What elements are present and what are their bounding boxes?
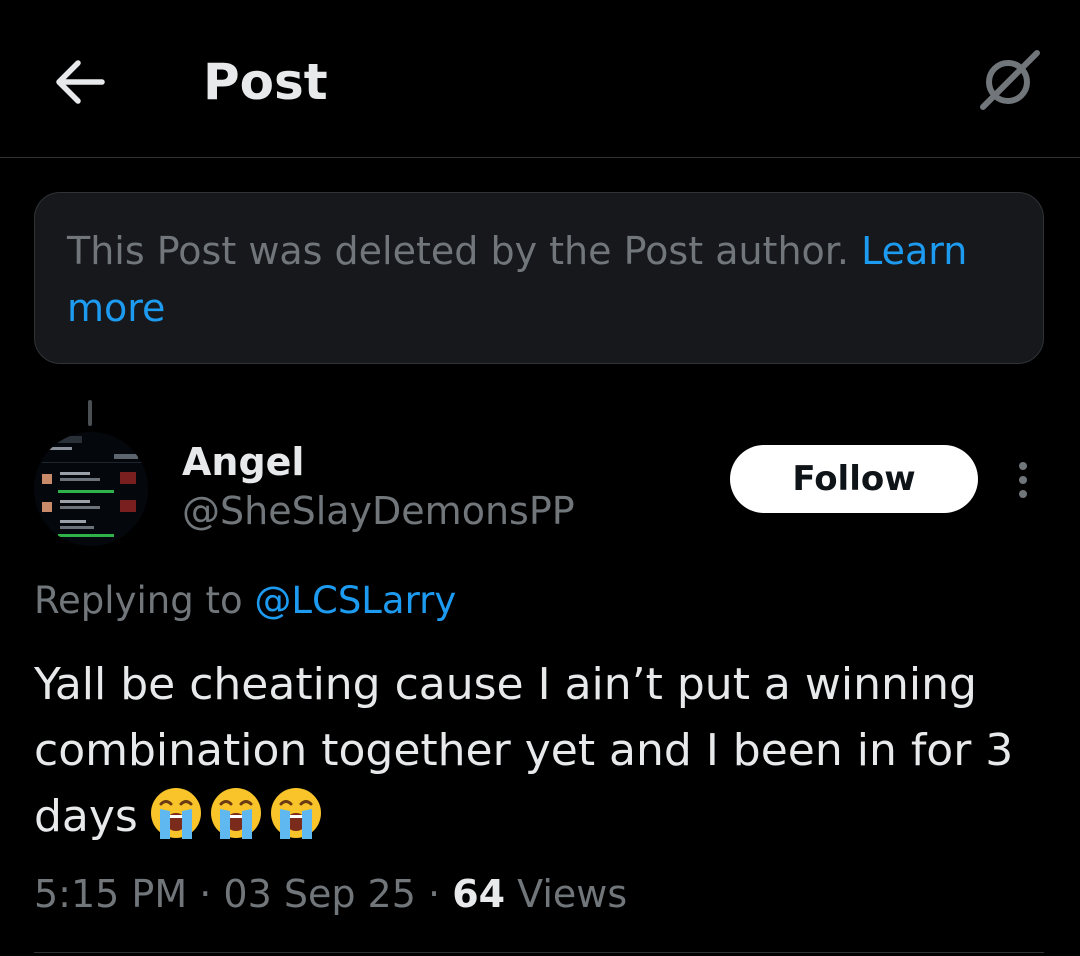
separator-dot: · — [428, 872, 441, 916]
top-app-bar: Post — [0, 0, 1080, 158]
grok-icon — [980, 50, 1040, 110]
loudly-crying-face-icon — [150, 788, 201, 839]
replying-to-link[interactable]: @LCSLarry — [254, 579, 456, 622]
display-name[interactable]: Angel — [182, 438, 304, 486]
more-dot-icon — [1019, 462, 1027, 470]
back-button[interactable] — [44, 46, 116, 118]
page-title: Post — [203, 53, 328, 111]
more-dot-icon — [1019, 490, 1027, 498]
separator-dot: · — [199, 872, 212, 916]
deleted-notice-text: This Post was deleted by the Post author… — [67, 229, 850, 273]
thread-connector — [88, 400, 92, 426]
views-label[interactable]: Views — [517, 872, 627, 916]
post-body: Yall be cheating cause I ain’t put a win… — [34, 652, 1044, 850]
replying-prefix: Replying to — [34, 579, 243, 622]
arrow-left-icon — [56, 60, 105, 104]
divider — [34, 952, 1044, 953]
more-options-button[interactable] — [1000, 455, 1046, 505]
emoji-group — [148, 785, 328, 841]
views-count[interactable]: 64 — [452, 872, 505, 916]
avatar[interactable] — [34, 432, 148, 546]
user-handle[interactable]: @SheSlayDemonsPP — [182, 486, 575, 536]
post-time: 5:15 PM — [34, 872, 188, 916]
deleted-post-notice: This Post was deleted by the Post author… — [34, 192, 1044, 364]
grok-button[interactable] — [970, 40, 1050, 120]
loudly-crying-face-icon — [210, 788, 261, 839]
replying-to: Replying to @LCSLarry — [34, 576, 456, 626]
post-date: 03 Sep 25 — [223, 872, 416, 916]
follow-button[interactable]: Follow — [730, 445, 978, 513]
loudly-crying-face-icon — [270, 788, 321, 839]
more-dot-icon — [1019, 476, 1027, 484]
post-metadata: 5:15 PM · 03 Sep 25 · 64 Views — [34, 868, 627, 920]
